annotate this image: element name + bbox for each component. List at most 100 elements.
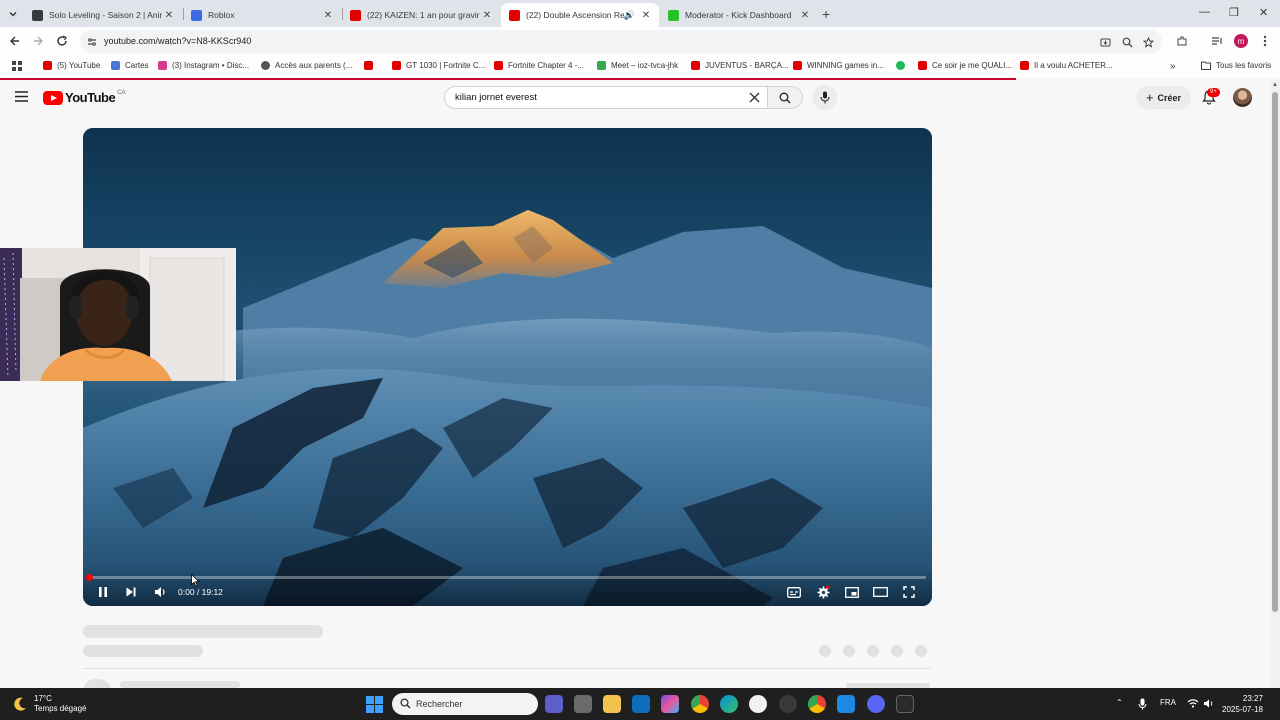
- snipping-tool-icon[interactable]: [837, 695, 855, 713]
- close-tab-icon[interactable]: ✕: [480, 10, 494, 21]
- fullscreen-icon[interactable]: [901, 584, 917, 600]
- bookmark-item[interactable]: (5) YouTube: [43, 61, 100, 70]
- teams-icon[interactable]: [545, 695, 563, 713]
- more-bookmarks-icon[interactable]: »: [1170, 61, 1176, 72]
- edge-icon[interactable]: [720, 695, 738, 713]
- windows-start-icon[interactable]: [366, 696, 383, 713]
- youtube-header: YouTube CA kilian jornet everest + Créer: [0, 80, 1270, 116]
- zoom-icon[interactable]: [1120, 35, 1134, 49]
- taskbar-clock[interactable]: 23:27 2025-07-18: [1222, 693, 1263, 715]
- bookmark-item[interactable]: Fortnite Chapter 4 -...: [494, 61, 584, 70]
- audio-playing-icon[interactable]: 🔊: [624, 10, 635, 21]
- bookmark-item[interactable]: Ce soir je me QUALI...: [918, 61, 1012, 70]
- pause-icon[interactable]: [95, 584, 111, 600]
- all-bookmarks-button[interactable]: Tous les favoris: [1201, 61, 1271, 70]
- discord-icon[interactable]: [867, 695, 885, 713]
- youtube-favicon-icon: [793, 61, 802, 70]
- volume-icon[interactable]: [152, 584, 168, 600]
- browser-profile-avatar[interactable]: m: [1234, 34, 1248, 48]
- close-tab-icon[interactable]: ✕: [162, 10, 176, 21]
- bookmark-item[interactable]: (3) Instagram • Disc...: [158, 61, 249, 70]
- page-scrollbar[interactable]: ▲: [1270, 80, 1280, 688]
- language-indicator[interactable]: FRA: [1160, 698, 1176, 707]
- reload-icon[interactable]: [55, 34, 69, 48]
- chrome-icon[interactable]: [691, 695, 709, 713]
- youtube-favicon-icon: [918, 61, 927, 70]
- speaker-icon[interactable]: [1203, 698, 1215, 709]
- miniplayer-icon[interactable]: [844, 584, 860, 600]
- browser-menu-icon[interactable]: [1258, 34, 1272, 48]
- tab-roblox[interactable]: Roblox ✕: [183, 3, 341, 27]
- music-icon[interactable]: [749, 695, 767, 713]
- next-video-icon[interactable]: [123, 584, 139, 600]
- outlook-icon[interactable]: [632, 695, 650, 713]
- taskbar-search-input[interactable]: Rechercher: [392, 693, 538, 715]
- search-button[interactable]: [767, 86, 803, 109]
- settings-gear-icon[interactable]: [815, 584, 831, 600]
- install-app-icon[interactable]: [1098, 35, 1112, 49]
- wifi-icon[interactable]: [1187, 699, 1199, 708]
- avatar[interactable]: [1233, 88, 1252, 107]
- restore-icon[interactable]: ❐: [1229, 6, 1239, 19]
- bookmarks-bar: (5) YouTube Cartes (3) Instagram • Disc.…: [0, 56, 1280, 78]
- back-arrow-icon[interactable]: [8, 34, 22, 48]
- minimize-icon[interactable]: —: [1199, 6, 1210, 18]
- new-tab-icon[interactable]: +: [822, 6, 830, 22]
- notifications-badge: 9+: [1207, 88, 1220, 97]
- scrubber-handle[interactable]: [86, 574, 93, 581]
- site-info-icon[interactable]: [85, 35, 99, 49]
- hamburger-menu-icon[interactable]: [15, 91, 28, 102]
- copilot-icon[interactable]: [661, 695, 679, 713]
- media-controls-icon[interactable]: [1210, 34, 1224, 48]
- scroll-up-icon[interactable]: ▲: [1272, 82, 1278, 88]
- bookmark-item[interactable]: [896, 61, 910, 70]
- action-placeholder: [843, 645, 855, 657]
- close-tab-icon[interactable]: ✕: [639, 10, 653, 21]
- close-tab-icon[interactable]: ✕: [321, 10, 335, 21]
- show-hidden-icons-icon[interactable]: ⌃: [1116, 698, 1123, 707]
- tab-kick-dashboard[interactable]: Moderator - Kick Dashboard ✕: [660, 3, 818, 27]
- bookmark-item[interactable]: Il a voulu ACHETER...: [1020, 61, 1113, 70]
- store-icon[interactable]: [574, 695, 592, 713]
- file-explorer-icon[interactable]: [603, 695, 621, 713]
- scrollbar-thumb[interactable]: [1272, 92, 1278, 612]
- bookmark-item[interactable]: JUVENTUS - BARÇA...: [691, 61, 789, 70]
- close-tab-icon[interactable]: ✕: [798, 10, 812, 21]
- apps-grid-icon[interactable]: [12, 61, 22, 71]
- tab-double-ascension[interactable]: (22) Double Ascension Reco 🔊 ✕: [501, 3, 659, 27]
- player-controls: [83, 566, 932, 606]
- search-input[interactable]: kilian jornet everest: [444, 86, 768, 109]
- voice-search-button[interactable]: [812, 85, 837, 110]
- extensions-icon[interactable]: [1175, 34, 1189, 48]
- globe-favicon-icon: [261, 61, 270, 70]
- close-window-icon[interactable]: ✕: [1259, 6, 1268, 19]
- subtitles-icon[interactable]: [786, 584, 802, 600]
- bookmark-item[interactable]: [364, 61, 378, 70]
- tab-search-icon[interactable]: [4, 5, 22, 23]
- youtube-favicon-icon: [350, 9, 361, 21]
- bookmark-star-icon[interactable]: [1141, 35, 1155, 49]
- tab-solo-leveling[interactable]: Solo Leveling - Saison 2 | Anim ✕: [24, 3, 182, 27]
- obs-icon[interactable]: [779, 695, 797, 713]
- address-bar[interactable]: youtube.com/watch?v=N8-KKScr940: [80, 30, 1162, 53]
- weather-widget[interactable]: 17°C Temps dégagé: [12, 694, 86, 714]
- bookmark-item[interactable]: GT 1030 | Fortnite C...: [392, 61, 485, 70]
- microphone-icon[interactable]: [1138, 698, 1147, 710]
- theater-mode-icon[interactable]: [872, 584, 888, 600]
- create-button[interactable]: + Créer: [1136, 86, 1191, 109]
- progress-bar[interactable]: [88, 576, 926, 579]
- youtube-logo[interactable]: YouTube CA: [43, 90, 126, 105]
- bookmark-item[interactable]: WINNING games in...: [793, 61, 884, 70]
- title-placeholder: [83, 625, 323, 638]
- bookmark-item[interactable]: Accès aux parents (...: [261, 61, 352, 70]
- chrome-profile-icon[interactable]: [808, 695, 826, 713]
- tab-kaizen[interactable]: (22) KAIZEN: 1 an pour gravir l' ✕: [342, 3, 500, 27]
- tab-strip: Solo Leveling - Saison 2 | Anim ✕ Roblox…: [0, 0, 1280, 27]
- microphone-icon: [819, 91, 830, 104]
- bookmark-item[interactable]: Cartes: [111, 61, 149, 70]
- search-icon: [779, 92, 791, 103]
- forward-arrow-icon[interactable]: [31, 34, 45, 48]
- epic-games-icon[interactable]: [896, 695, 914, 713]
- bookmark-item[interactable]: Meet – ioz-tvca-jhk: [597, 61, 678, 70]
- clear-search-icon[interactable]: [748, 91, 761, 104]
